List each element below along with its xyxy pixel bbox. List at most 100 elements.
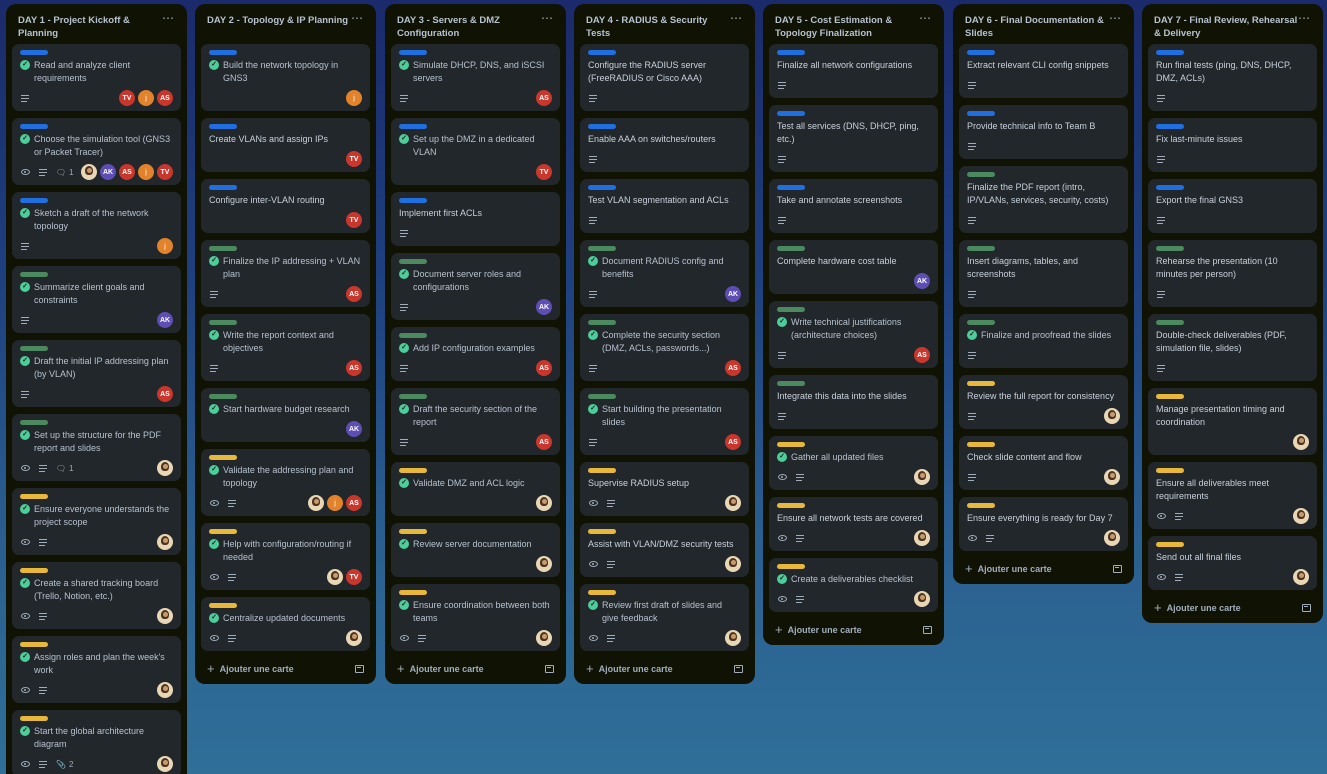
- avatar-photo[interactable]: [1293, 434, 1309, 450]
- avatar-photo[interactable]: [157, 460, 173, 476]
- list-menu-icon[interactable]: ⋯: [1298, 12, 1311, 24]
- card-label-blue[interactable]: [399, 198, 427, 203]
- card-label-green[interactable]: [399, 333, 427, 338]
- avatar-as[interactable]: AS: [536, 90, 552, 106]
- card[interactable]: ✓ Review server documentation: [391, 523, 560, 577]
- avatar-photo[interactable]: [157, 534, 173, 550]
- card[interactable]: Manage presentation timing and coordinat…: [1148, 388, 1317, 455]
- card[interactable]: Review the full report for consistency: [959, 375, 1128, 429]
- card[interactable]: ✓ Read and analyze client requirements TV j…: [12, 44, 181, 111]
- card-label-green[interactable]: [1156, 246, 1184, 251]
- card[interactable]: Ensure all deliverables meet requirement…: [1148, 462, 1317, 529]
- card-label-yellow[interactable]: [1156, 468, 1184, 473]
- avatar-ak[interactable]: AK: [536, 299, 552, 315]
- card[interactable]: ✓ Start the global architecture diagram 📎 2: [12, 710, 181, 774]
- check-complete-icon[interactable]: ✓: [209, 465, 219, 475]
- card-label-green[interactable]: [967, 172, 995, 177]
- card-template-icon[interactable]: [1113, 564, 1122, 573]
- card[interactable]: ✓ Create a shared tracking board (Trello,…: [12, 562, 181, 629]
- card-label-green[interactable]: [399, 259, 427, 264]
- card-label-blue[interactable]: [588, 185, 616, 190]
- card-label-green[interactable]: [20, 420, 48, 425]
- card[interactable]: Fix last-minute issues: [1148, 118, 1317, 172]
- card[interactable]: ✓ Write the report context and objectives…: [201, 314, 370, 381]
- card-label-green[interactable]: [588, 246, 616, 251]
- card-label-yellow[interactable]: [399, 529, 427, 534]
- card[interactable]: ✓ Start hardware budget research AK: [201, 388, 370, 442]
- card[interactable]: Test all services (DNS, DHCP, ping, etc.…: [769, 105, 938, 172]
- avatar-photo[interactable]: [914, 530, 930, 546]
- avatar-ak[interactable]: AK: [100, 164, 116, 180]
- check-complete-icon[interactable]: ✓: [399, 60, 409, 70]
- card[interactable]: ✓ Help with configuration/routing if need…: [201, 523, 370, 590]
- card-label-yellow[interactable]: [588, 590, 616, 595]
- check-complete-icon[interactable]: ✓: [967, 330, 977, 340]
- avatar-photo[interactable]: [536, 495, 552, 511]
- card[interactable]: ✓ Ensure coordination between both teams: [391, 584, 560, 651]
- check-complete-icon[interactable]: ✓: [209, 330, 219, 340]
- card[interactable]: ✓ Build the network topology in GNS3 j: [201, 44, 370, 111]
- card[interactable]: Take and annotate screenshots: [769, 179, 938, 233]
- avatar-tv[interactable]: TV: [157, 164, 173, 180]
- card-label-yellow[interactable]: [777, 442, 805, 447]
- card[interactable]: ✓ Complete the security section (DMZ, ACL…: [580, 314, 749, 381]
- card-label-green[interactable]: [20, 346, 48, 351]
- card-label-yellow[interactable]: [20, 494, 48, 499]
- card-label-yellow[interactable]: [777, 503, 805, 508]
- check-complete-icon[interactable]: ✓: [399, 269, 409, 279]
- check-complete-icon[interactable]: ✓: [777, 574, 787, 584]
- check-complete-icon[interactable]: ✓: [209, 613, 219, 623]
- avatar-as[interactable]: AS: [725, 360, 741, 376]
- avatar-photo[interactable]: [1104, 408, 1120, 424]
- list-title[interactable]: DAY 3 - Servers & DMZ Configuration: [397, 14, 541, 40]
- card[interactable]: Send out all final files: [1148, 536, 1317, 590]
- avatar-as[interactable]: AS: [536, 360, 552, 376]
- card-label-yellow[interactable]: [777, 564, 805, 569]
- card[interactable]: ✓ Add IP configuration examples AS: [391, 327, 560, 381]
- card-label-blue[interactable]: [209, 50, 237, 55]
- check-complete-icon[interactable]: ✓: [209, 539, 219, 549]
- avatar-photo[interactable]: [536, 630, 552, 646]
- avatar-j[interactable]: j: [157, 238, 173, 254]
- card[interactable]: Ensure all network tests are covered: [769, 497, 938, 551]
- avatar-photo[interactable]: [157, 756, 173, 772]
- card-template-icon[interactable]: [923, 625, 932, 634]
- avatar-ak[interactable]: AK: [725, 286, 741, 302]
- card-label-blue[interactable]: [967, 50, 995, 55]
- card[interactable]: Create VLANs and assign IPs TV: [201, 118, 370, 172]
- check-complete-icon[interactable]: ✓: [20, 578, 30, 588]
- card[interactable]: ✓ Finalize the IP addressing + VLAN plan A…: [201, 240, 370, 307]
- check-complete-icon[interactable]: ✓: [399, 539, 409, 549]
- check-complete-icon[interactable]: ✓: [399, 478, 409, 488]
- card-label-blue[interactable]: [209, 124, 237, 129]
- card[interactable]: ✓ Sketch a draft of the network topology j: [12, 192, 181, 259]
- check-complete-icon[interactable]: ✓: [399, 404, 409, 414]
- card[interactable]: ✓ Assign roles and plan the week's work: [12, 636, 181, 703]
- card-label-blue[interactable]: [588, 124, 616, 129]
- list-title[interactable]: DAY 1 - Project Kickoff & Planning: [18, 14, 162, 40]
- card-label-blue[interactable]: [967, 111, 995, 116]
- add-card-button[interactable]: + Ajouter une carte: [580, 651, 749, 678]
- card-label-yellow[interactable]: [967, 503, 995, 508]
- list-menu-icon[interactable]: ⋯: [162, 12, 175, 24]
- list-menu-icon[interactable]: ⋯: [919, 12, 932, 24]
- card[interactable]: ✓ Validate DMZ and ACL logic: [391, 462, 560, 516]
- card-label-yellow[interactable]: [209, 603, 237, 608]
- avatar-tv[interactable]: TV: [119, 90, 135, 106]
- card-label-yellow[interactable]: [20, 568, 48, 573]
- avatar-photo[interactable]: [914, 591, 930, 607]
- card[interactable]: ✓ Set up the structure for the PDF report…: [12, 414, 181, 481]
- card[interactable]: ✓ Create a deliverables checklist: [769, 558, 938, 612]
- check-complete-icon[interactable]: ✓: [588, 600, 598, 610]
- card-template-icon[interactable]: [545, 664, 554, 673]
- card-label-blue[interactable]: [20, 124, 48, 129]
- avatar-photo[interactable]: [725, 556, 741, 572]
- card-label-blue[interactable]: [399, 50, 427, 55]
- card[interactable]: Configure inter-VLAN routing TV: [201, 179, 370, 233]
- list-menu-icon[interactable]: ⋯: [351, 12, 364, 24]
- avatar-photo[interactable]: [725, 630, 741, 646]
- card[interactable]: Provide technical info to Team B: [959, 105, 1128, 159]
- card-label-green[interactable]: [209, 320, 237, 325]
- add-card-button[interactable]: + Ajouter une carte: [1148, 590, 1317, 617]
- check-complete-icon[interactable]: ✓: [588, 330, 598, 340]
